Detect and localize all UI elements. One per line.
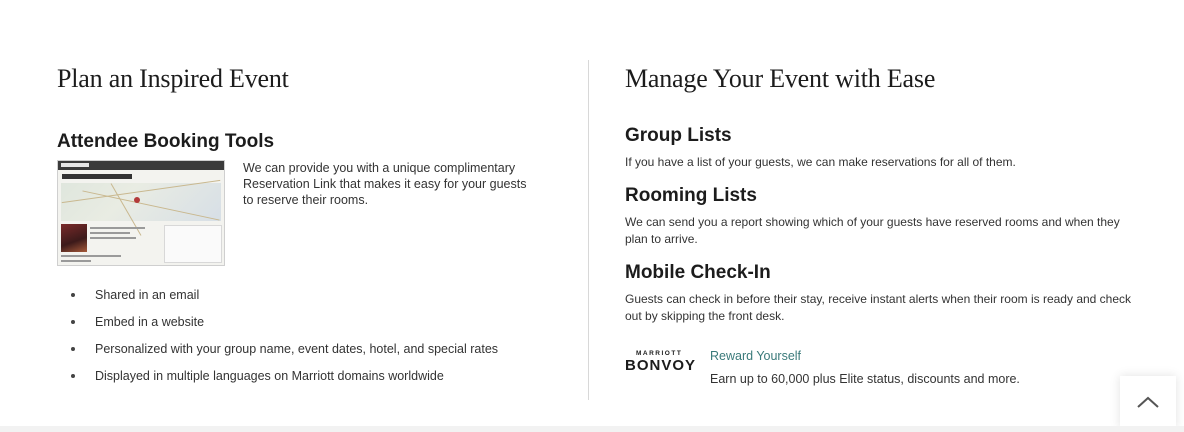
bonvoy-promo: MARRIOTT BONVOY Reward Yourself Earn up … [625, 348, 1145, 387]
group-lists-heading: Group Lists [625, 125, 732, 146]
page-footer-band [0, 426, 1184, 432]
list-item: Personalized with your group name, event… [71, 342, 557, 356]
marriott-bonvoy-logo: MARRIOTT BONVOY [625, 350, 697, 374]
rooming-lists-text: We can send you a report showing which o… [625, 215, 1120, 246]
group-lists-text: If you have a list of your guests, we ca… [625, 155, 1016, 169]
plan-event-title: Plan an Inspired Event [57, 64, 289, 93]
scroll-to-top-button[interactable] [1120, 376, 1176, 428]
attendee-booking-heading: Attendee Booking Tools [57, 131, 275, 152]
bonvoy-offer-text: Earn up to 60,000 plus Elite status, dis… [710, 372, 1020, 386]
column-divider [588, 60, 589, 400]
list-item: Shared in an email [71, 288, 557, 302]
manage-event-column: Manage Your Event with Ease Group Lists … [625, 62, 1145, 387]
chevron-up-icon [1137, 396, 1159, 408]
booking-features-list: Shared in an email Embed in a website Pe… [57, 288, 557, 383]
reservation-link-screenshot [57, 160, 225, 266]
reward-yourself-link[interactable]: Reward Yourself [710, 348, 1020, 364]
list-item: Displayed in multiple languages on Marri… [71, 369, 557, 383]
mobile-checkin-heading: Mobile Check-In [625, 262, 771, 283]
rooming-lists-heading: Rooming Lists [625, 185, 757, 206]
list-item: Embed in a website [71, 315, 557, 329]
booking-tools-block: We can provide you with a unique complim… [57, 160, 557, 266]
manage-event-title: Manage Your Event with Ease [625, 64, 936, 93]
plan-event-column: Plan an Inspired Event Attendee Booking … [57, 62, 557, 396]
booking-tools-description: We can provide you with a unique complim… [243, 161, 527, 207]
mobile-checkin-text: Guests can check in before their stay, r… [625, 292, 1132, 323]
